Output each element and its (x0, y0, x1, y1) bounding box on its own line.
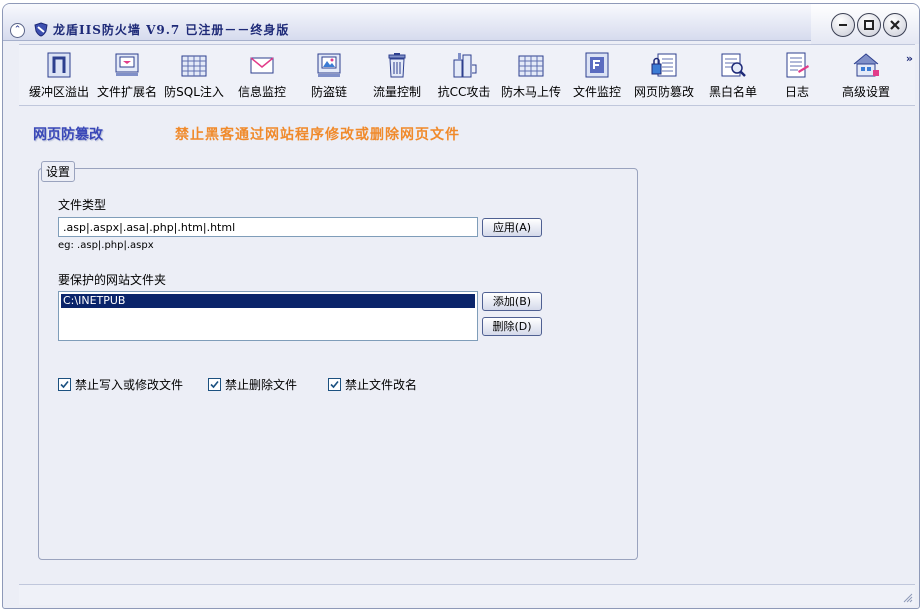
tool-black-white-list[interactable]: 黑白名单 (703, 51, 763, 103)
folders-listbox[interactable]: C:\INETPUB (58, 291, 478, 341)
close-button[interactable] (883, 13, 907, 37)
tool-log[interactable]: 日志 (775, 51, 819, 103)
minimize-button[interactable] (831, 13, 855, 37)
apply-button[interactable]: 应用(A) (482, 218, 542, 237)
file-monitor-icon (585, 52, 609, 78)
tool-advanced-settings[interactable]: 高级设置 (837, 51, 895, 103)
page-description: 禁止黑客通过网站程序修改或删除网页文件 (175, 127, 460, 143)
shield-logo-icon (34, 22, 48, 37)
sql-injection-icon (181, 55, 207, 77)
magnifier-list-icon (721, 53, 746, 77)
maximize-icon (864, 20, 874, 30)
toolbar-overflow-button[interactable]: » (906, 52, 913, 65)
checkbox-block-write[interactable]: 禁止写入或修改文件 (58, 376, 183, 393)
add-folder-button[interactable]: 添加(B) (482, 292, 542, 311)
system-menu-icon[interactable]: ⌃ (10, 23, 25, 38)
page-title: 网页防篡改 (33, 127, 103, 143)
main-window: ⌃ 龙盾IIS防火墙 V9.7 已注册－－终身版 缓冲区溢出 文件扩展名 防SQ… (2, 3, 920, 609)
toolbar: 缓冲区溢出 文件扩展名 防SQL注入 信息监控 防盗链 流量控制 抗CC攻击 防… (19, 44, 915, 106)
status-bar (19, 584, 915, 605)
webpage-lock-icon (651, 53, 677, 77)
image-link-icon (317, 53, 341, 77)
window-title: 龙盾IIS防火墙 V9.7 已注册－－终身版 (53, 23, 290, 37)
checkbox-block-delete[interactable]: 禁止删除文件 (208, 376, 297, 393)
tool-buffer-overflow[interactable]: 缓冲区溢出 (27, 51, 91, 103)
checkbox-block-rename[interactable]: 禁止文件改名 (328, 376, 417, 393)
list-item[interactable]: C:\INETPUB (61, 294, 475, 308)
tool-anti-hotlink[interactable]: 防盗链 (299, 51, 359, 103)
tool-sql-injection[interactable]: 防SQL注入 (163, 51, 225, 103)
checkbox-block-delete-box[interactable] (208, 378, 221, 391)
minimize-icon (839, 24, 847, 26)
tool-file-extension[interactable]: 文件扩展名 (95, 51, 159, 103)
trojan-upload-icon (518, 55, 544, 77)
checkbox-block-delete-label: 禁止删除文件 (225, 378, 298, 392)
checkbox-block-write-label: 禁止写入或修改文件 (75, 378, 184, 392)
tool-traffic-control[interactable]: 流量控制 (365, 51, 429, 103)
mail-icon (250, 57, 274, 74)
checkbox-block-write-box[interactable] (58, 378, 71, 391)
resize-grip-icon[interactable] (901, 591, 913, 603)
folders-label: 要保护的网站文件夹 (58, 273, 167, 287)
maximize-button[interactable] (857, 13, 881, 37)
window-controls (811, 4, 919, 44)
checkmark-icon (330, 380, 339, 389)
file-types-input[interactable]: .asp|.aspx|.asa|.php|.htm|.html (58, 217, 478, 237)
title-tab: ⌃ 龙盾IIS防火墙 V9.7 已注册－－终身版 (3, 4, 811, 41)
close-icon (890, 20, 900, 30)
tool-file-monitor[interactable]: 文件监控 (569, 51, 625, 103)
buffer-icon (47, 52, 71, 78)
file-types-label: 文件类型 (58, 198, 107, 212)
title-bar[interactable]: ⌃ 龙盾IIS防火墙 V9.7 已注册－－终身版 (3, 4, 919, 44)
checkbox-block-rename-label: 禁止文件改名 (345, 378, 418, 392)
file-extension-icon (115, 53, 139, 76)
checkmark-icon (210, 380, 219, 389)
checkbox-block-rename-box[interactable] (328, 378, 341, 391)
tool-cc-attack[interactable]: 抗CC攻击 (433, 51, 495, 103)
trash-icon (388, 53, 406, 78)
file-types-hint: eg: .asp|.php|.aspx (58, 240, 154, 251)
cc-attack-icon (453, 53, 477, 78)
tool-webpage-tamper[interactable]: 网页防篡改 (631, 51, 697, 103)
house-settings-icon (853, 53, 879, 77)
log-icon (786, 52, 809, 78)
tool-info-monitor[interactable]: 信息监控 (231, 51, 293, 103)
tool-anti-trojan[interactable]: 防木马上传 (499, 51, 563, 103)
settings-group-title: 设置 (41, 161, 76, 182)
delete-folder-button[interactable]: 删除(D) (482, 317, 542, 336)
checkmark-icon (60, 380, 69, 389)
